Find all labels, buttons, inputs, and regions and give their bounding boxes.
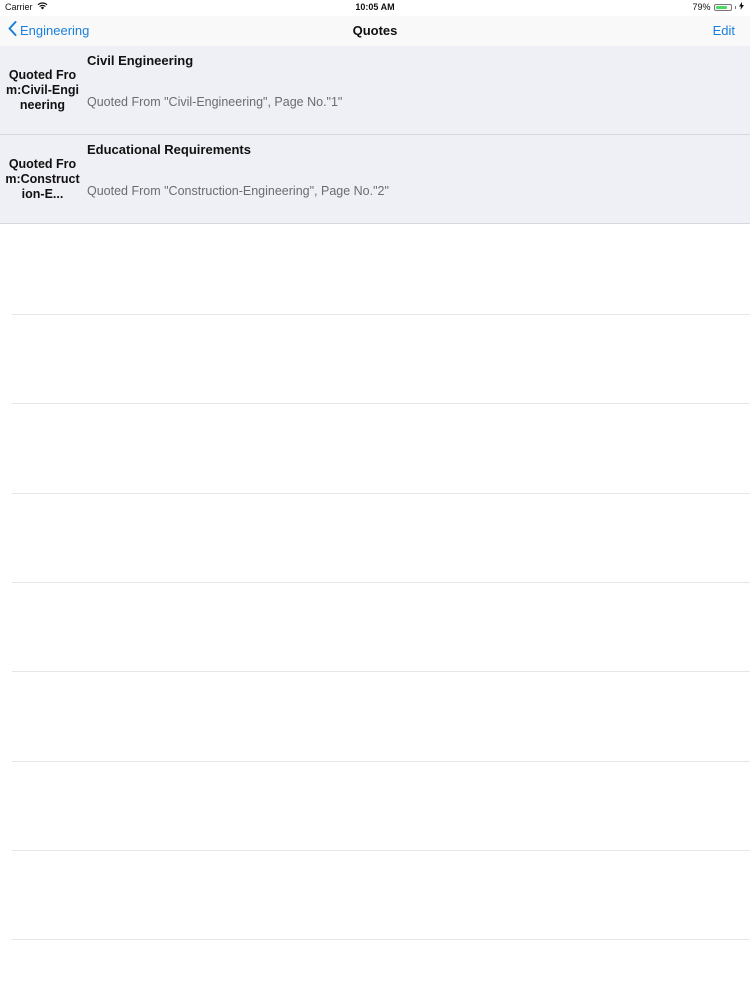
status-time: 10:05 AM bbox=[355, 2, 395, 12]
status-bar: Carrier 10:05 AM 79% bbox=[0, 0, 750, 16]
empty-row-separator bbox=[12, 761, 750, 762]
charging-icon bbox=[739, 2, 744, 12]
battery-icon bbox=[713, 3, 732, 11]
status-right: 79% bbox=[692, 2, 744, 12]
page-title: Quotes bbox=[352, 23, 398, 38]
empty-row-separator bbox=[12, 671, 750, 672]
quote-source-label: Quoted From:Civil-Engineering bbox=[6, 68, 79, 112]
quote-row[interactable]: Quoted From:Construction-E... Educationa… bbox=[0, 135, 750, 224]
quote-row[interactable]: Quoted From:Civil-Engineering Civil Engi… bbox=[0, 46, 750, 135]
quote-title: Civil Engineering bbox=[87, 53, 194, 68]
empty-row-separator bbox=[12, 939, 750, 940]
navigation-bar: Engineering Quotes Edit bbox=[0, 16, 750, 46]
quotes-list: Quoted From:Civil-Engineering Civil Engi… bbox=[0, 46, 750, 224]
empty-row-separator bbox=[12, 493, 750, 494]
quote-subtitle: Quoted From "Civil-Engineering", Page No… bbox=[87, 95, 343, 109]
empty-row-separator bbox=[12, 582, 750, 583]
quote-subtitle: Quoted From "Construction-Engineering", … bbox=[87, 184, 389, 198]
empty-row-separator bbox=[12, 314, 750, 315]
quote-title: Educational Requirements bbox=[87, 142, 251, 157]
battery-tip bbox=[734, 5, 736, 9]
empty-row-separator bbox=[12, 403, 750, 404]
empty-row-separator bbox=[12, 850, 750, 851]
battery-fill bbox=[715, 5, 727, 9]
battery-percent: 79% bbox=[692, 2, 711, 12]
edit-button[interactable]: Edit bbox=[713, 23, 735, 38]
quote-source-label: Quoted From:Construction-E... bbox=[5, 157, 80, 201]
